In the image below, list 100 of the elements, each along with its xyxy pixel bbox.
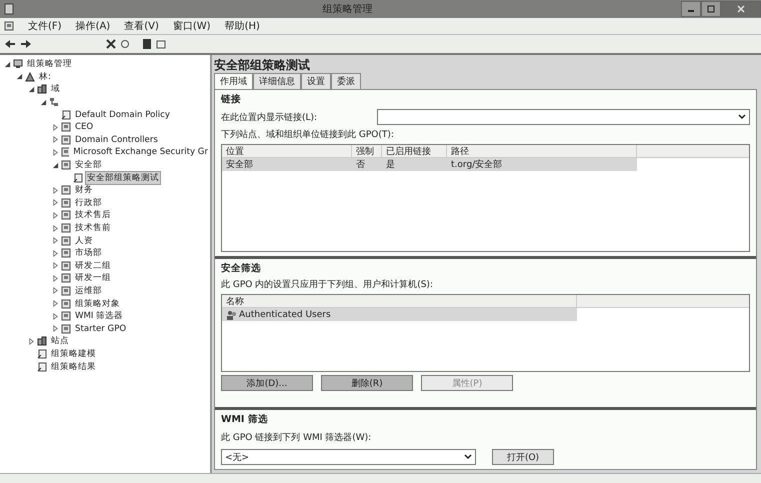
section-heading: WMI 筛选	[221, 413, 269, 426]
tree-item[interactable]: Domain Controllers	[73, 134, 160, 146]
tree-item[interactable]: Starter GPO	[73, 322, 128, 335]
list-label: 此 GPO 内的设置只应用于下列组、用户和计算机(S):	[221, 278, 434, 291]
tree-item[interactable]: 行政部	[73, 196, 104, 210]
menu-item[interactable]: 操作(A)	[76, 19, 110, 33]
forward-icon[interactable]	[20, 39, 32, 49]
tree-item[interactable]: Microsoft Exchange Security Gr	[71, 146, 210, 158]
tree-item[interactable]: 林:	[37, 70, 53, 84]
wmi-filter-dropdown[interactable]: <无>	[221, 449, 476, 465]
menu-item[interactable]: 文件(F)	[28, 19, 62, 33]
tab[interactable]: 设置	[301, 73, 331, 89]
menu-item[interactable]: 查看(V)	[124, 19, 159, 33]
network-icon	[49, 97, 59, 108]
expander-icon[interactable]	[52, 224, 59, 232]
table-cell: 否	[352, 158, 382, 171]
open-button[interactable]: 打开(O)	[492, 449, 554, 465]
column-header[interactable]: 路径	[447, 145, 637, 157]
expander-icon[interactable]	[52, 148, 59, 156]
tree-item[interactable]: 安全部	[73, 158, 104, 172]
tree-item[interactable]: 技术售前	[73, 221, 113, 236]
expander-icon[interactable]	[52, 136, 59, 144]
tree-item[interactable]: 域	[49, 82, 62, 96]
tree-item[interactable]: CEO	[73, 121, 96, 134]
tree-item[interactable]: 组策略结果	[49, 360, 98, 374]
expander-icon[interactable]	[52, 325, 59, 332]
tab[interactable]: 详细信息	[253, 73, 301, 89]
section-heading: 安全筛选	[221, 262, 262, 275]
document-icon	[61, 110, 71, 120]
tree-item[interactable]: 组策略对象	[73, 296, 122, 311]
expander-icon[interactable]	[28, 86, 35, 93]
panel-icon[interactable]	[156, 39, 166, 49]
close-icon	[737, 5, 745, 13]
tree-item[interactable]: WMI 筛选器	[73, 309, 126, 324]
field-label: 在此位置内显示链接(L):	[221, 112, 318, 124]
tree-item[interactable]: 人资	[73, 234, 95, 248]
tree-item[interactable]: 组策略管理	[25, 57, 74, 72]
tree-item[interactable]: 技术售后	[73, 208, 113, 222]
pane-title: 安全部组策略测试	[214, 58, 311, 72]
console-icon	[13, 59, 23, 70]
document-icon	[37, 348, 47, 359]
menu-item[interactable]: 帮助(H)	[224, 19, 260, 33]
back-icon[interactable]	[4, 39, 16, 49]
action-button[interactable]: 添加(D)...	[221, 375, 313, 391]
list-label: 下列站点、域和组织单位链接到此 GPO(T):	[221, 128, 395, 141]
tree-item[interactable]: 运维部	[73, 284, 104, 298]
expander-icon[interactable]	[28, 338, 35, 345]
expander-icon[interactable]	[52, 237, 59, 244]
field-label: 此 GPO 链接到下列 WMI 筛选器(W):	[221, 432, 372, 444]
column-header[interactable]: 强制	[352, 145, 382, 157]
table-cell: 安全部	[222, 158, 352, 171]
column-header[interactable]: 已启用链接	[382, 145, 447, 157]
table-cell: t.org/安全部	[447, 158, 637, 171]
action-button[interactable]: 删除(R)	[321, 375, 413, 391]
delete-icon[interactable]	[106, 39, 116, 49]
app-icon	[4, 21, 14, 31]
expander-icon[interactable]	[52, 274, 59, 282]
users-icon	[226, 310, 237, 320]
expander-icon[interactable]	[52, 186, 59, 194]
expander-icon[interactable]	[52, 312, 59, 320]
expander-icon[interactable]	[16, 73, 23, 80]
expander-icon[interactable]	[52, 212, 59, 219]
expander-icon[interactable]	[52, 199, 59, 206]
buildings-icon	[37, 84, 47, 94]
expander-icon[interactable]	[40, 98, 47, 106]
list-row[interactable]: 安全部 否 是 t.org/安全部	[222, 158, 749, 171]
buildings-icon	[37, 336, 47, 346]
section-heading: 链接	[221, 93, 242, 106]
expander-icon[interactable]	[52, 287, 59, 294]
tree-item[interactable]: 市场部	[73, 246, 104, 260]
table-cell: Authenticated Users	[222, 308, 577, 321]
tree-item[interactable]: 财务	[73, 183, 95, 198]
document-icon	[37, 362, 47, 372]
list-row[interactable]: Authenticated Users	[222, 308, 749, 321]
expander-icon[interactable]	[4, 60, 11, 68]
close-button[interactable]	[721, 1, 761, 17]
document-icon	[73, 172, 83, 183]
tree-item[interactable]: Default Domain Policy	[73, 108, 172, 121]
expander-icon[interactable]	[52, 124, 59, 131]
tree-item[interactable]: 安全部组策略测试	[85, 170, 161, 185]
tree-item[interactable]: 站点	[49, 334, 71, 348]
expander-icon[interactable]	[52, 162, 59, 169]
tree-item[interactable]: 组策略建模	[49, 346, 98, 361]
tab[interactable]: 作用域	[214, 73, 253, 89]
expander-icon[interactable]	[52, 262, 59, 270]
location-dropdown[interactable]	[377, 109, 750, 125]
maximize-icon	[707, 5, 715, 13]
minimize-button[interactable]	[681, 1, 701, 17]
tree-item[interactable]: 研发一组	[73, 271, 113, 286]
expander-icon[interactable]	[52, 250, 59, 257]
triangle-icon	[25, 72, 35, 82]
column-header[interactable]: 位置	[222, 145, 352, 157]
menu-item[interactable]: 窗口(W)	[172, 19, 211, 33]
maximize-button[interactable]	[701, 1, 721, 17]
app-icon	[4, 3, 14, 15]
table-cell: 是	[382, 158, 447, 171]
window-title: 组策略管理	[322, 3, 374, 16]
tab[interactable]: 委派	[331, 73, 361, 89]
tree-item[interactable]: 研发二组	[73, 258, 113, 273]
expander-icon[interactable]	[52, 300, 59, 308]
